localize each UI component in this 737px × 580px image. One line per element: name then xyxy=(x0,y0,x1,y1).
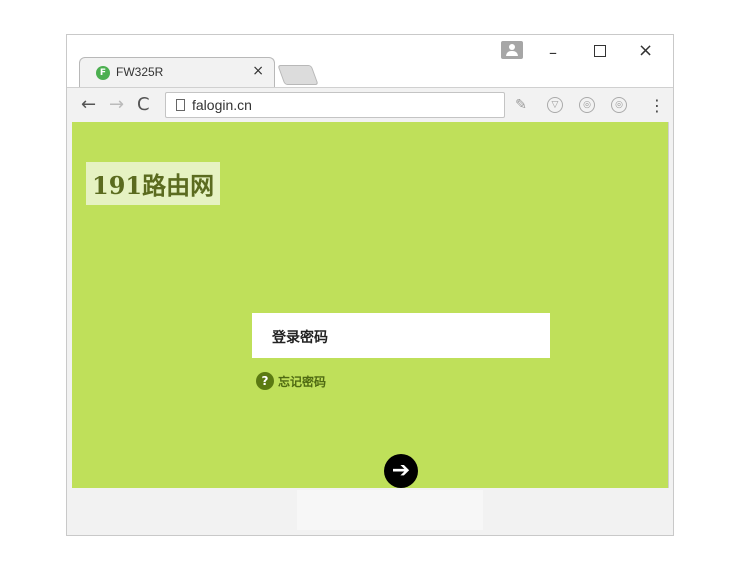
tab-strip: F FW325R × – × xyxy=(67,35,673,87)
reload-button[interactable]: C xyxy=(137,94,150,115)
tab-fw325r[interactable]: F FW325R × xyxy=(79,57,275,87)
maximize-button[interactable] xyxy=(594,45,606,57)
user-profile-icon[interactable] xyxy=(501,41,523,59)
extension-circle-icon[interactable]: ◎ xyxy=(579,97,595,113)
back-button[interactable]: ← xyxy=(81,94,96,115)
password-label: 登录密码 xyxy=(272,330,328,346)
forward-button[interactable]: → xyxy=(109,94,124,115)
question-icon: ? xyxy=(256,372,274,390)
minimize-button[interactable]: – xyxy=(549,43,557,62)
menu-icon[interactable]: ⋮ xyxy=(649,96,665,115)
login-submit-button[interactable]: ➔ xyxy=(384,454,418,488)
address-bar[interactable]: falogin.cn xyxy=(165,92,505,118)
extension-pen-icon[interactable]: ✎ xyxy=(513,97,529,113)
forgot-password-text: 忘记密码 xyxy=(278,374,327,389)
bottom-panel xyxy=(297,490,483,530)
url-text: falogin.cn xyxy=(192,97,252,113)
extension-circle-icon-2[interactable]: ◎ xyxy=(611,97,627,113)
tab-close-icon[interactable]: × xyxy=(252,63,264,79)
favicon-icon: F xyxy=(96,66,110,80)
tab-title: FW325R xyxy=(116,65,164,79)
page-viewport: 191路由网 登录密码 ? 忘记密码 ➔ xyxy=(72,122,668,488)
forgot-password-link[interactable]: ? 忘记密码 xyxy=(256,372,326,390)
page-icon xyxy=(176,99,185,111)
viewport-edge xyxy=(668,122,669,488)
new-tab-button[interactable] xyxy=(277,65,319,85)
close-window-button[interactable]: × xyxy=(638,40,653,61)
extension-shield-icon[interactable]: ▽ xyxy=(547,97,563,113)
password-input[interactable]: 登录密码 xyxy=(252,313,550,358)
watermark-text: 191路由网 xyxy=(86,162,221,205)
browser-toolbar: ← → C falogin.cn ✎ ▽ ◎ ◎ ⋮ xyxy=(67,87,673,124)
